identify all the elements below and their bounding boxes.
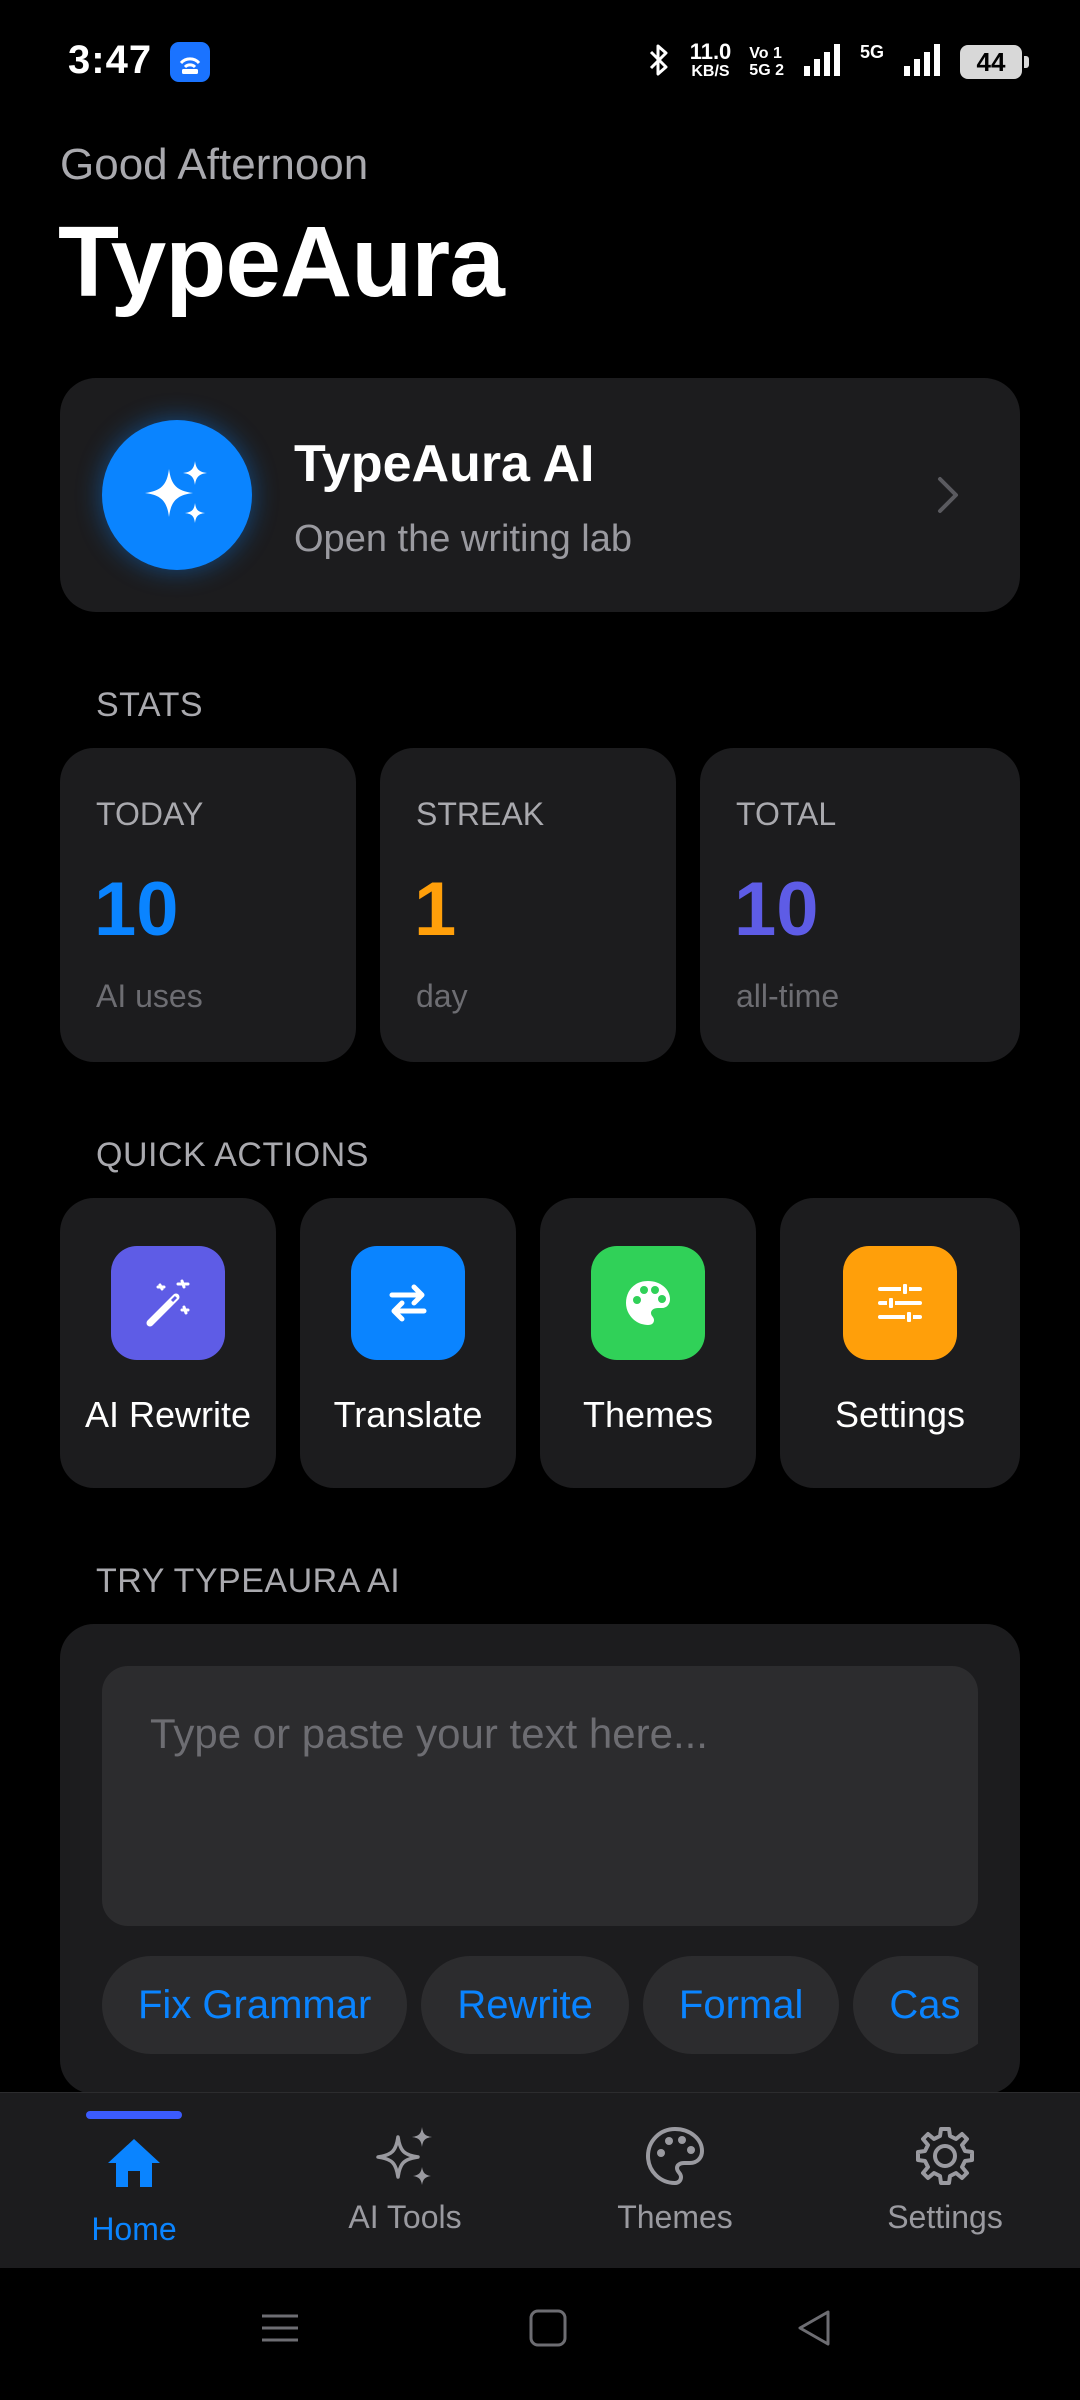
signal-icon-2 xyxy=(902,42,942,83)
chip-formal[interactable]: Formal xyxy=(642,1956,840,2054)
nav-label: Settings xyxy=(887,2199,1003,2235)
gear-icon xyxy=(912,2123,978,2194)
volte-top: Vo 1 xyxy=(749,45,782,62)
network-speed: 11.0 KB/S xyxy=(689,39,732,82)
stat-unit: AI uses xyxy=(96,978,203,1014)
chip-fix-grammar[interactable]: Fix Grammar xyxy=(102,1956,408,2054)
swap-arrows-icon xyxy=(351,1246,465,1360)
menu-icon[interactable] xyxy=(260,2308,300,2353)
sparkles-icon xyxy=(102,420,252,570)
network-type: 5G xyxy=(859,41,884,62)
stats-section-label: STATS xyxy=(96,686,204,724)
quick-action-label: AI Rewrite xyxy=(84,1394,252,1435)
home-icon xyxy=(104,2135,164,2194)
stat-card-total: TOTAL 10 all-time xyxy=(700,748,1020,1062)
back-icon[interactable] xyxy=(794,2308,834,2353)
magic-wand-icon xyxy=(111,1246,225,1360)
quick-action-label: Themes xyxy=(582,1394,714,1435)
stat-label: TOTAL xyxy=(736,796,837,832)
stat-card-streak: STREAK 1 day xyxy=(380,748,676,1062)
sparkles-icon xyxy=(370,2123,440,2198)
nav-label: Themes xyxy=(617,2199,733,2235)
quick-actions-section-label: QUICK ACTIONS xyxy=(96,1136,369,1174)
status-icons: 11.0 KB/S Vo 1 5G 2 5G 44 xyxy=(646,39,1029,85)
quick-action-themes[interactable]: Themes xyxy=(540,1198,756,1488)
stat-label: STREAK xyxy=(416,796,545,832)
ai-lab-card[interactable]: TypeAura AI Open the writing lab xyxy=(60,378,1020,612)
stat-card-today: TODAY 10 AI uses xyxy=(60,748,356,1062)
quick-action-ai-rewrite[interactable]: AI Rewrite xyxy=(60,1198,276,1488)
page-title: TypeAura xyxy=(58,206,505,318)
chip-rewrite[interactable]: Rewrite xyxy=(421,1956,629,2054)
bluetooth-icon xyxy=(646,40,672,85)
volte-indicator: Vo 1 5G 2 xyxy=(749,45,784,79)
try-ai-panel: Fix GrammarRewriteFormalCas xyxy=(60,1624,1020,2094)
palette-icon xyxy=(642,2123,708,2194)
text-input[interactable] xyxy=(102,1666,978,1926)
palette-icon xyxy=(591,1246,705,1360)
nav-label: AI Tools xyxy=(348,2199,462,2235)
chevron-right-icon xyxy=(934,473,962,522)
try-ai-section-label: TRY TYPEAURA AI xyxy=(96,1562,401,1600)
stat-label: TODAY xyxy=(96,796,204,832)
home-screen: 3:47 11.0 KB/S Vo 1 5G 2 5G 44 Good Afte… xyxy=(0,0,1080,2400)
stat-value: 1 xyxy=(414,867,457,952)
bottom-nav: Home AI Tools Themes Settings xyxy=(0,2092,1080,2268)
stat-value: 10 xyxy=(94,867,179,952)
action-chips: Fix Grammar Rewrite Formal Cas xyxy=(102,1956,978,2056)
nav-home[interactable]: Home xyxy=(24,2093,244,2269)
quick-action-settings[interactable]: Settings xyxy=(780,1198,1020,1488)
notification-app-icon xyxy=(170,42,210,82)
network-speed-unit: KB/S xyxy=(691,63,730,80)
greeting-text: Good Afternoon xyxy=(60,140,369,189)
stat-value: 10 xyxy=(734,867,819,952)
battery-icon: 44 xyxy=(960,45,1029,79)
nav-label: Home xyxy=(91,2211,177,2247)
nav-themes[interactable]: Themes xyxy=(565,2093,785,2269)
status-bar: 3:47 11.0 KB/S Vo 1 5G 2 5G 44 xyxy=(0,0,1080,120)
network-speed-value: 11.0 xyxy=(689,39,732,64)
chip-casual[interactable]: Cas xyxy=(853,1956,978,2054)
nav-settings[interactable]: Settings xyxy=(835,2093,1055,2269)
ai-card-subtitle: Open the writing lab xyxy=(294,518,632,560)
ai-card-title: TypeAura AI xyxy=(294,435,595,493)
system-navigation-bar xyxy=(0,2268,1080,2400)
quick-action-translate[interactable]: Translate xyxy=(300,1198,516,1488)
signal-icon xyxy=(802,42,842,83)
stat-unit: day xyxy=(416,978,468,1014)
stat-unit: all-time xyxy=(736,978,840,1014)
quick-action-label: Settings xyxy=(834,1394,966,1435)
sliders-icon xyxy=(843,1246,957,1360)
status-time: 3:47 xyxy=(68,38,153,82)
volte-bottom: 5G 2 xyxy=(749,62,784,79)
nav-ai-tools[interactable]: AI Tools xyxy=(295,2093,515,2269)
quick-action-label: Translate xyxy=(333,1394,483,1435)
home-button-icon[interactable] xyxy=(528,2308,568,2353)
